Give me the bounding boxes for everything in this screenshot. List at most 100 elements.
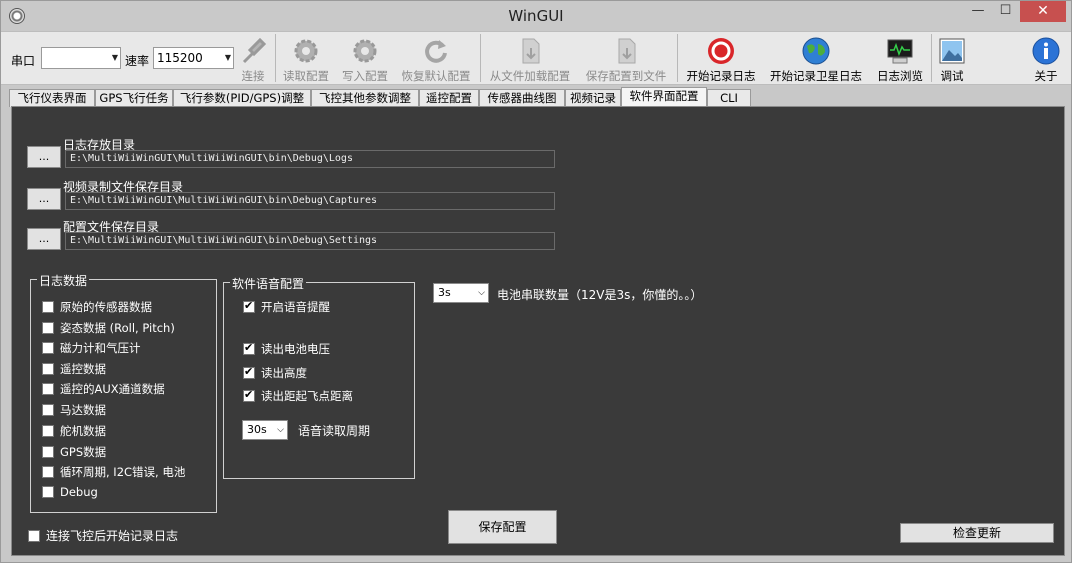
config-dir-path[interactable]: E:\MultiWiiWinGUI\MultiWiiWinGUI\bin\Deb…: [65, 232, 555, 250]
log-debug-checkbox[interactable]: Debug: [42, 485, 98, 499]
checkbox-label: 马达数据: [60, 403, 106, 417]
checkbox-label: 磁力计和气压计: [60, 341, 141, 355]
checkbox-box: [42, 446, 54, 458]
log-motor-checkbox[interactable]: 马达数据: [42, 402, 106, 418]
start-log-button[interactable]: 开始记录日志: [681, 34, 761, 84]
check-update-button[interactable]: 检查更新: [900, 523, 1054, 543]
voice-battery-checkbox[interactable]: 读出电池电压: [243, 341, 330, 357]
checkbox-label: 原始的传感器数据: [60, 300, 152, 314]
battery-cells-combo[interactable]: 3s ⌵: [433, 283, 489, 303]
checkbox-label: Debug: [60, 485, 98, 499]
checkbox-box: [42, 363, 54, 375]
read-config-button[interactable]: 读取配置: [277, 34, 335, 84]
log-dir-path[interactable]: E:\MultiWiiWinGUI\MultiWiiWinGUI\bin\Deb…: [65, 150, 555, 168]
picture-icon: [939, 38, 965, 64]
tab-sensor-graph[interactable]: 传感器曲线图: [479, 89, 565, 107]
toolbar-separator: [275, 34, 276, 82]
toolbar-separator: [480, 34, 481, 82]
voice-altitude-checkbox[interactable]: 读出高度: [243, 365, 307, 381]
tab-flight-instruments[interactable]: 飞行仪表界面: [9, 89, 95, 107]
log-rc-checkbox[interactable]: 遥控数据: [42, 361, 106, 377]
checkbox-label: 开启语音提醒: [261, 300, 330, 314]
maximize-button[interactable]: ☐: [992, 1, 1019, 22]
load-from-file-button[interactable]: 从文件加载配置: [483, 34, 577, 84]
connect-button[interactable]: 连接: [235, 34, 271, 84]
globe-icon: [802, 37, 830, 65]
checkbox-box: [42, 322, 54, 334]
main-window: WinGUI — ☐ ✕ 串口 ▼ 速率 115200 ▼ 连接 读取配置 写入…: [0, 0, 1072, 563]
voice-enable-checkbox[interactable]: 开启语音提醒: [243, 299, 330, 315]
window-title: WinGUI: [508, 7, 564, 25]
settings-panel: 日志存放目录 ... E:\MultiWiiWinGUI\MultiWiiWin…: [11, 106, 1065, 556]
checkbox-box: [42, 425, 54, 437]
checkbox-box: [243, 388, 255, 402]
plug-icon: [242, 37, 267, 64]
video-dir-browse-button[interactable]: ...: [27, 188, 61, 210]
voice-period-combo[interactable]: 30s ⌵: [242, 420, 288, 440]
checkbox-label: 遥控数据: [60, 362, 106, 376]
about-button[interactable]: 关于: [1027, 34, 1065, 84]
checkbox-label: 循环周期, I2C错误, 电池: [60, 465, 186, 479]
checkbox-label: 姿态数据 (Roll, Pitch): [60, 321, 175, 335]
checkbox-box: [42, 404, 54, 416]
tab-cli[interactable]: CLI: [707, 89, 751, 107]
config-dir-browse-button[interactable]: ...: [27, 228, 61, 250]
log-browse-label: 日志浏览: [877, 69, 923, 83]
chevron-down-icon: ⌵: [277, 425, 284, 435]
log-servo-checkbox[interactable]: 舵机数据: [42, 423, 106, 439]
start-satellite-log-button[interactable]: 开始记录卫星日志: [765, 34, 867, 84]
file-load-icon: [522, 38, 540, 64]
save-to-file-button[interactable]: 保存配置到文件: [579, 34, 673, 84]
chevron-down-icon: ⌵: [478, 288, 485, 298]
read-config-label: 读取配置: [283, 69, 329, 83]
log-data-group: 日志数据 原始的传感器数据 姿态数据 (Roll, Pitch) 磁力计和气压计…: [30, 272, 217, 513]
log-raw-sensor-checkbox[interactable]: 原始的传感器数据: [42, 299, 152, 315]
save-config-button[interactable]: 保存配置: [448, 510, 557, 544]
log-attitude-checkbox[interactable]: 姿态数据 (Roll, Pitch): [42, 320, 175, 336]
restore-defaults-label: 恢复默认配置: [401, 69, 471, 83]
restore-defaults-button[interactable]: 恢复默认配置: [397, 34, 475, 84]
file-save-icon: [618, 38, 636, 64]
video-dir-path[interactable]: E:\MultiWiiWinGUI\MultiWiiWinGUI\bin\Deb…: [65, 192, 555, 210]
checkbox-box: [28, 530, 40, 542]
baud-combo[interactable]: 115200 ▼: [153, 47, 234, 69]
auto-log-checkbox[interactable]: 连接飞控后开始记录日志: [28, 527, 178, 544]
log-mag-baro-checkbox[interactable]: 磁力计和气压计: [42, 340, 141, 356]
minimize-button[interactable]: —: [964, 1, 992, 22]
log-browse-button[interactable]: 日志浏览: [871, 34, 929, 84]
load-from-file-label: 从文件加载配置: [489, 69, 571, 83]
tab-ui-settings[interactable]: 软件界面配置: [621, 87, 707, 107]
gear-icon: [294, 39, 318, 63]
record-icon: [708, 38, 734, 64]
tab-rc-config[interactable]: 遥控配置: [419, 89, 479, 107]
voice-config-group: 软件语音配置 开启语音提醒 读出电池电压 读出高度 读出距起飞点距离 30s ⌵…: [223, 275, 415, 479]
log-cycle-checkbox[interactable]: 循环周期, I2C错误, 电池: [42, 464, 185, 480]
log-gps-checkbox[interactable]: GPS数据: [42, 444, 106, 460]
write-config-button[interactable]: 写入配置: [337, 34, 393, 84]
chevron-down-icon: ▼: [224, 53, 231, 62]
voice-period-value: 30s: [247, 423, 267, 436]
tab-pid-tuning[interactable]: 飞行参数(PID/GPS)调整: [173, 89, 311, 107]
tab-video-record[interactable]: 视频记录: [565, 89, 621, 107]
checkbox-label: 遥控的AUX通道数据: [60, 382, 165, 396]
log-dir-browse-button[interactable]: ...: [27, 146, 61, 168]
start-satellite-log-label: 开始记录卫星日志: [770, 69, 862, 83]
title-bar: WinGUI — ☐ ✕: [1, 1, 1071, 31]
chevron-down-icon: ▼: [111, 53, 118, 62]
close-button[interactable]: ✕: [1020, 1, 1066, 22]
debug-label: 调试: [940, 69, 964, 83]
voice-distance-checkbox[interactable]: 读出距起飞点距离: [243, 388, 353, 404]
checkbox-label: 读出距起飞点距离: [261, 389, 353, 403]
tab-gps-mission[interactable]: GPS飞行任务: [95, 89, 173, 107]
log-aux-checkbox[interactable]: 遥控的AUX通道数据: [42, 381, 165, 397]
write-config-label: 写入配置: [342, 69, 388, 83]
battery-cells-label: 电池串联数量（12V是3s，你懂的。。）: [497, 288, 703, 302]
gear-icon: [353, 39, 377, 63]
baud-label: 速率: [125, 54, 150, 68]
about-label: 关于: [1034, 69, 1058, 83]
info-icon: [1032, 37, 1060, 65]
port-combo[interactable]: ▼: [41, 47, 121, 69]
debug-button[interactable]: 调试: [933, 34, 971, 84]
checkbox-label: 舵机数据: [60, 424, 106, 438]
tab-other-params[interactable]: 飞控其他参数调整: [311, 89, 419, 107]
